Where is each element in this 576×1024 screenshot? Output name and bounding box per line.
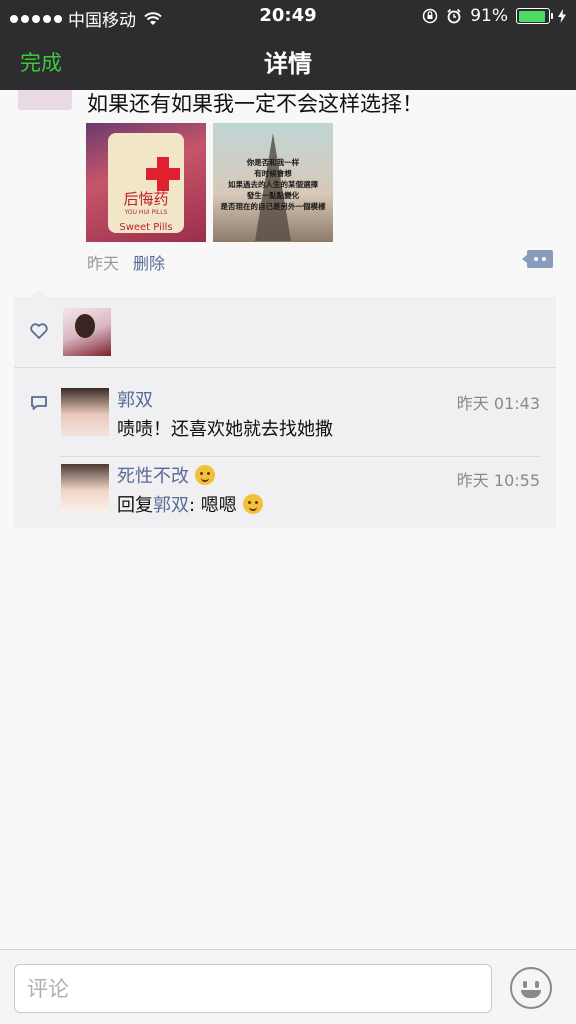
emoji-button-icon[interactable] [510,967,552,1009]
liker-avatar[interactable] [63,308,111,356]
status-right: 91% [422,6,566,26]
charging-icon [558,9,566,23]
delete-link[interactable]: 删除 [133,250,165,274]
heart-icon [30,323,48,339]
status-bar: 中国移动 20:49 91% [0,0,576,32]
likes-comments-panel: 郭双 昨天 01:43 啧啧！还喜欢她就去找她撒 死性不改 昨天 10:55 回… [14,289,556,528]
commenter-name-text: 死性不改 [117,466,189,487]
pill-bottle-graphic: 后悔药 YOU HUI PILLS Sweet Pills [108,133,184,233]
photo-text-lines: 你是否和我一样 有时候會想 如果過去的人生的某個選擇 發生一點點變化 是否現在的… [217,157,329,212]
photo-label-small: YOU HUI PILLS [124,209,168,216]
commenter-avatar[interactable] [61,388,109,436]
comment-input[interactable] [14,964,492,1013]
post-photo-2[interactable]: 你是否和我一样 有时候會想 如果過去的人生的某個選擇 發生一點點變化 是否現在的… [213,123,333,242]
photo-text-line: 有时候會想 [254,169,292,178]
commenter-avatar[interactable] [61,464,109,512]
reply-text: : 嗯嗯 [189,495,237,516]
post-photo-1[interactable]: 后悔药 YOU HUI PILLS Sweet Pills [86,123,206,242]
comment-time: 昨天 10:55 [456,471,540,490]
comment-time: 昨天 01:43 [456,394,540,413]
photo-text-line: 你是否和我一样 [246,158,300,167]
battery-level-fill [518,10,545,22]
photo-text-line: 發生一點點變化 [246,191,300,200]
post-time: 昨天 [87,254,120,273]
page-title: 详情 [264,50,312,78]
comment-icon [31,396,47,410]
photo-text-line: 如果過去的人生的某個選擇 [228,180,318,189]
comment-text: 回复郭双: 嗯嗯 [117,491,263,517]
battery-icon [516,8,553,24]
commenter-name[interactable]: 郭双 [117,386,153,412]
photo-label-main: 后悔药 [123,190,169,208]
photo-text-line: 是否現在的自己是另外一個模樣 [220,202,326,211]
author-avatar[interactable] [18,90,72,110]
reply-prefix: 回复 [117,495,153,516]
comment-text: 啧啧！还喜欢她就去找她撒 [117,419,333,440]
commenter-name[interactable]: 死性不改 [117,462,215,488]
alarm-icon [447,8,461,24]
divider [14,367,556,368]
navigation-bar: 完成 详情 [0,32,576,90]
reply-to-name[interactable]: 郭双 [153,495,189,516]
smile-emoji-icon [242,494,263,514]
divider [59,456,541,457]
orientation-lock-icon [422,8,438,24]
comment-more-button[interactable] [522,250,553,268]
photo-label-en: Sweet Pills [119,222,173,233]
comment-input-bar [0,949,576,1024]
post-text: 如果还有如果我一定不会这样选择！ [87,92,423,116]
baby-emoji-icon [194,465,215,485]
battery-percent: 91% [470,6,508,26]
